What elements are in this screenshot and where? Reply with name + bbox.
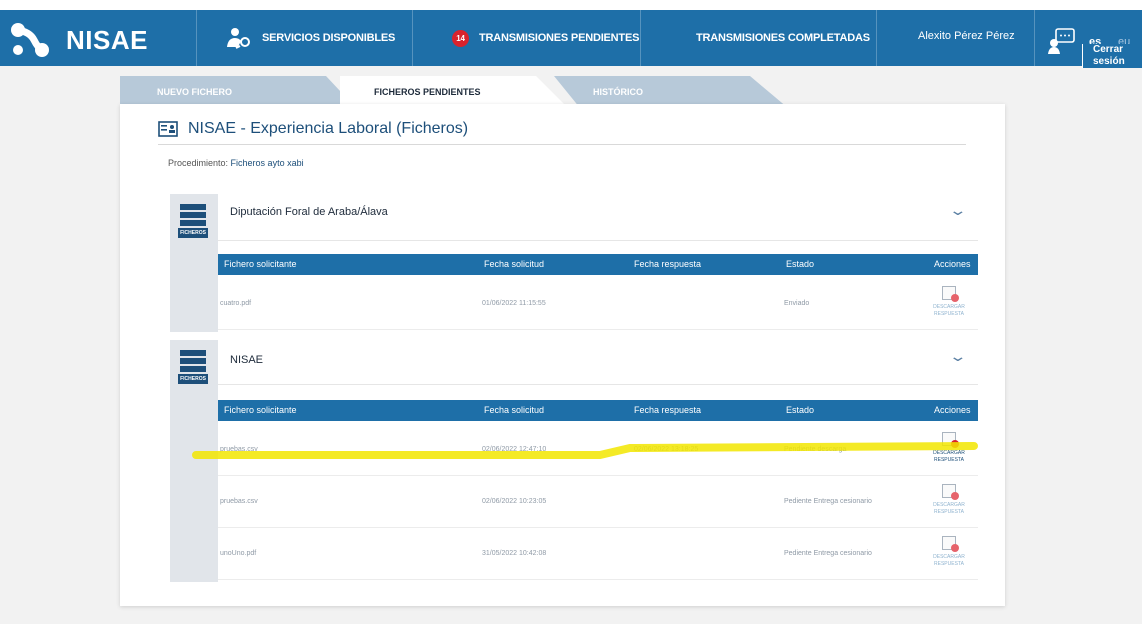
nav-transmisiones-completadas[interactable]: TRANSMISIONES COMPLETADAS — [696, 10, 870, 66]
files-stack-icon: FICHEROS — [178, 350, 208, 384]
column-header: Fichero solicitante — [224, 259, 297, 269]
page-title-text: NISAE - Experiencia Laboral (Ficheros) — [188, 120, 469, 137]
id-card-icon — [158, 121, 178, 137]
logout-link[interactable]: Cerrar sesión — [1082, 44, 1142, 68]
cell-requested: 02/06/2022 10:23:05 — [482, 498, 547, 505]
chevron-down-icon[interactable]: ⌄ — [948, 348, 967, 365]
brand-logo[interactable]: NISAE — [10, 22, 148, 58]
action-label: DESCARGAR RESPUESTA — [933, 554, 965, 567]
brand-name: NISAE — [66, 24, 148, 55]
column-header: Fichero solicitante — [224, 405, 297, 415]
group-icon-label: FICHEROS — [178, 374, 208, 384]
user-gear-icon — [227, 28, 250, 49]
procedure-info: Procedimiento: Ficheros ayto xabi — [168, 158, 304, 168]
download-response-button[interactable]: DESCARGAR RESPUESTA — [926, 432, 972, 464]
nisae-logo-icon — [11, 23, 49, 57]
document-download-icon — [942, 432, 959, 448]
group-name: Diputación Foral de Araba/Álava — [230, 206, 388, 218]
column-header: Estado — [786, 405, 815, 415]
nav-label: SERVICIOS DISPONIBLES — [262, 32, 396, 44]
cell-status: Enviado — [784, 300, 810, 307]
cell-file: pruebas.csv — [220, 446, 258, 453]
cell-requested: 01/06/2022 11:15:55 — [482, 300, 546, 307]
document-download-icon — [942, 536, 959, 552]
files-stack-icon: FICHEROS — [178, 204, 208, 238]
action-label: DESCARGAR RESPUESTA — [933, 450, 965, 463]
main-panel: NISAE - Experiencia Laboral (Ficheros) P… — [120, 104, 1005, 606]
cell-file: unoUno.pdf — [220, 550, 257, 557]
pending-count-badge: 14 — [452, 29, 469, 47]
group-sidebar: FICHEROS — [170, 194, 218, 332]
column-header: Estado — [786, 259, 815, 269]
procedure-value: Ficheros ayto xabi — [230, 158, 304, 168]
cell-requested: 02/06/2022 12:47:10 — [482, 446, 547, 453]
cell-responded: 02/06/2022 13:18:25 — [634, 446, 699, 453]
table-row: unoUno.pdf 31/05/2022 10:42:08 Pediente … — [218, 528, 978, 580]
column-header: Fecha solicitud — [484, 259, 545, 269]
group-sidebar: FICHEROS — [170, 340, 218, 582]
table-row: cuatro.pdf 01/06/2022 11:15:55 Enviado D… — [218, 278, 978, 330]
action-label: DESCARGAR RESPUESTA — [933, 304, 965, 317]
cell-requested: 31/05/2022 10:42:08 — [482, 550, 547, 557]
table-header: Fichero solicitante Fecha solicitud Fech… — [218, 254, 978, 275]
column-header: Fecha respuesta — [634, 405, 702, 415]
download-response-button[interactable]: DESCARGAR RESPUESTA — [926, 536, 972, 568]
page-title: NISAE - Experiencia Laboral (Ficheros) — [158, 120, 468, 138]
top-navigation-bar: NISAE SERVICIOS DISPONIBLES 14 TRANSMISI… — [0, 0, 1142, 66]
table-row: pruebas.csv 02/06/2022 12:47:10 02/06/20… — [218, 424, 978, 476]
nav-label: TRANSMISIONES PENDIENTES — [479, 32, 640, 44]
download-response-button[interactable]: DESCARGAR RESPUESTA — [926, 484, 972, 516]
user-name[interactable]: Alexito Pérez Pérez — [918, 30, 1015, 42]
chevron-down-icon[interactable]: ⌄ — [948, 202, 967, 219]
table-header: Fichero solicitante Fecha solicitud Fech… — [218, 400, 978, 421]
cell-status: Pendiente descarga — [784, 446, 847, 453]
chat-support-icon[interactable] — [1048, 28, 1076, 54]
action-label: DESCARGAR RESPUESTA — [933, 502, 965, 515]
nav-transmisiones-pendientes[interactable]: 14 TRANSMISIONES PENDIENTES — [452, 10, 639, 66]
cell-status: Pediente Entrega cesionario — [784, 498, 872, 505]
group-name: NISAE — [230, 354, 264, 366]
cell-file: pruebas.csv — [220, 498, 258, 505]
group-icon-label: FICHEROS — [178, 228, 208, 238]
nav-label: TRANSMISIONES COMPLETADAS — [696, 32, 870, 44]
cell-file: cuatro.pdf — [220, 300, 252, 307]
download-response-button[interactable]: DESCARGAR RESPUESTA — [926, 286, 972, 318]
column-header: Fecha solicitud — [484, 405, 545, 415]
nav-servicios-disponibles[interactable]: SERVICIOS DISPONIBLES — [226, 10, 395, 66]
procedure-label: Procedimiento: — [168, 158, 229, 168]
document-download-icon — [942, 484, 959, 500]
column-header: Acciones — [934, 405, 971, 415]
column-header: Acciones — [934, 259, 971, 269]
column-header: Fecha respuesta — [634, 259, 702, 269]
table-row: pruebas.csv 02/06/2022 10:23:05 Pediente… — [218, 476, 978, 528]
document-download-icon — [942, 286, 959, 302]
cell-status: Pediente Entrega cesionario — [784, 550, 872, 557]
